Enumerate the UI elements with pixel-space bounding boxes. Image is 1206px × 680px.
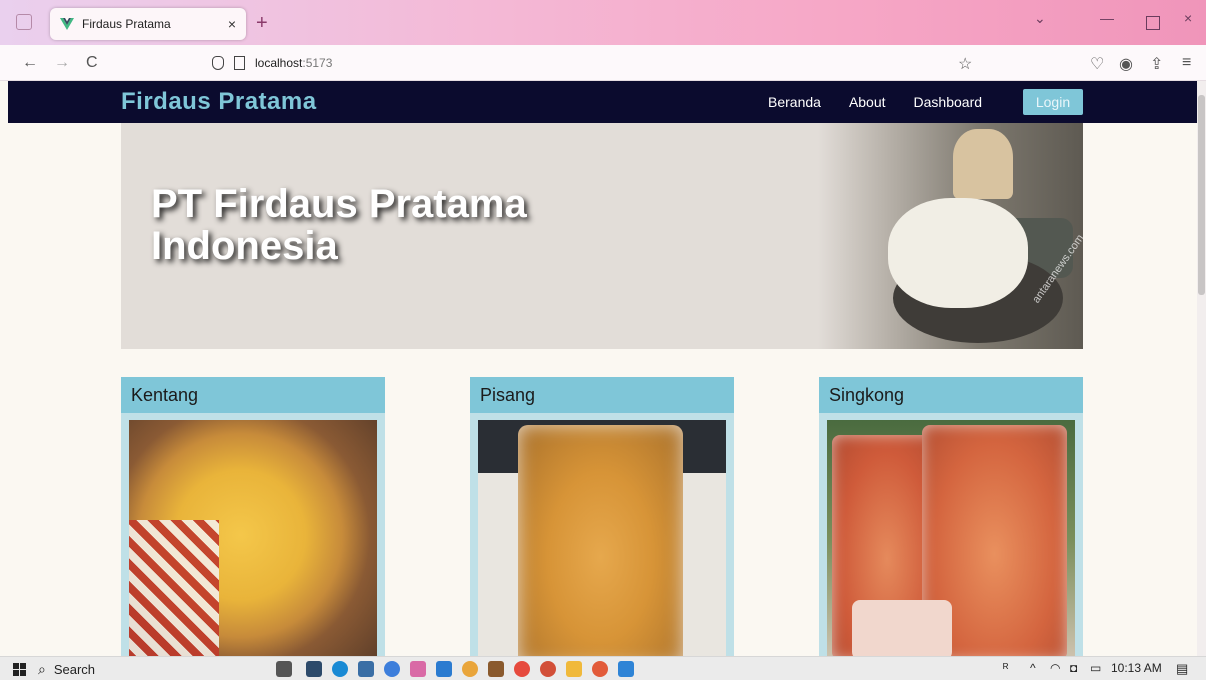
forward-icon[interactable]: → (54, 54, 70, 72)
notification-icon[interactable]: ▤ (1176, 661, 1188, 677)
sidebar-toggle-icon[interactable] (16, 14, 32, 30)
hero-title-line-1: PT Firdaus Pratama (151, 182, 527, 226)
checkered-cloth (129, 520, 219, 656)
cassava-chips-bag (852, 600, 952, 656)
hero-title: PT Firdaus Pratama Indonesia (151, 183, 571, 267)
url-port: :5173 (302, 56, 333, 70)
vue-favicon-icon (60, 18, 74, 30)
wifi-icon[interactable]: ◠ (1050, 661, 1060, 675)
tray-expand-icon[interactable]: ^ (1030, 661, 1036, 675)
page-viewport: Firdaus Pratama Beranda About Dashboard … (8, 81, 1197, 656)
product-card-title: Singkong (819, 377, 1083, 413)
firefox-icon[interactable] (592, 661, 608, 677)
windows-taskbar: ⌕ Search ᴿ ^ ◠ ◘ ▭ 10:13 AM ▤ (0, 656, 1206, 680)
vscode-icon[interactable] (618, 661, 634, 677)
hero-photo-crackers (888, 198, 1028, 308)
back-icon[interactable]: ← (22, 54, 38, 72)
list-all-tabs-icon[interactable]: ⌄ (1034, 10, 1046, 27)
page-scrollbar[interactable] (1197, 81, 1206, 656)
app-icon[interactable] (384, 661, 400, 677)
site-brand[interactable]: Firdaus Pratama (121, 88, 317, 116)
product-card-singkong[interactable]: Singkong (819, 377, 1083, 656)
taskbar-search-label: Search (53, 661, 96, 677)
banana-chips-bag (518, 425, 683, 656)
file-explorer-icon[interactable] (566, 661, 582, 677)
mail-icon[interactable] (436, 661, 452, 677)
app-icon[interactable] (306, 661, 322, 677)
task-view-icon[interactable] (276, 661, 292, 677)
tab-close-icon[interactable]: × (228, 16, 236, 32)
chrome-icon[interactable] (462, 661, 478, 677)
site-nav: Beranda About Dashboard (768, 81, 1010, 123)
taskbar-search[interactable]: ⌕ Search (38, 659, 268, 679)
nav-link-dashboard[interactable]: Dashboard (914, 94, 983, 110)
account-icon[interactable]: ◉ (1119, 54, 1133, 74)
product-card-kentang[interactable]: Kentang (121, 377, 385, 656)
share-icon[interactable]: ⇪ (1150, 54, 1163, 74)
tab-title: Firdaus Pratama (82, 17, 171, 31)
site-header: Firdaus Pratama Beranda About Dashboard … (8, 81, 1197, 123)
store-icon[interactable] (358, 661, 374, 677)
minimize-icon[interactable]: — (1100, 10, 1114, 26)
product-image-pisang (478, 420, 726, 656)
tracking-shield-icon[interactable] (212, 56, 224, 70)
new-tab-button[interactable]: + (256, 12, 268, 35)
product-card-pisang[interactable]: Pisang (470, 377, 734, 656)
windows-start-icon[interactable] (13, 663, 26, 676)
product-card-title: Pisang (470, 377, 734, 413)
volume-icon[interactable]: ◘ (1070, 661, 1077, 675)
app-menu-icon[interactable]: ≡ (1182, 54, 1191, 72)
app-icon[interactable] (488, 661, 504, 677)
browser-nav-bar: ← → C localhost :5173 ☆ ♡ ◉ ⇪ ≡ (0, 45, 1206, 81)
restore-icon[interactable] (1146, 16, 1160, 30)
bookmark-star-icon[interactable]: ☆ (958, 54, 972, 74)
battery-icon[interactable]: ▭ (1090, 661, 1101, 675)
hero-banner: PT Firdaus Pratama Indonesia antaranews.… (121, 123, 1083, 349)
url-host: localhost (255, 56, 303, 70)
people-icon[interactable]: ᴿ (1003, 661, 1008, 675)
page-info-icon[interactable] (234, 56, 245, 70)
app-icon[interactable] (540, 661, 556, 677)
nav-link-beranda[interactable]: Beranda (768, 94, 821, 110)
hero-title-line-2: Indonesia (151, 224, 338, 268)
window-close-icon[interactable]: × (1184, 10, 1192, 26)
browser-tab-bar: Firdaus Pratama × + ⌄ — × (0, 0, 1206, 45)
product-image-singkong (827, 420, 1075, 656)
edge-icon[interactable] (332, 661, 348, 677)
reload-icon[interactable]: C (86, 54, 98, 72)
browser-tab[interactable]: Firdaus Pratama × (50, 8, 246, 40)
pocket-icon[interactable]: ♡ (1090, 54, 1104, 74)
login-button[interactable]: Login (1023, 89, 1083, 115)
search-icon: ⌕ (38, 660, 46, 677)
product-image-kentang (129, 420, 377, 656)
app-icon[interactable] (410, 661, 426, 677)
clock[interactable]: 10:13 AM (1111, 661, 1162, 675)
product-card-title: Kentang (121, 377, 385, 413)
app-icon[interactable] (514, 661, 530, 677)
address-bar[interactable]: localhost :5173 (200, 50, 990, 76)
hero-photo: antaranews.com (818, 123, 1083, 349)
scrollbar-thumb[interactable] (1198, 95, 1205, 295)
nav-link-about[interactable]: About (849, 94, 886, 110)
hero-photo-worker (953, 129, 1013, 199)
